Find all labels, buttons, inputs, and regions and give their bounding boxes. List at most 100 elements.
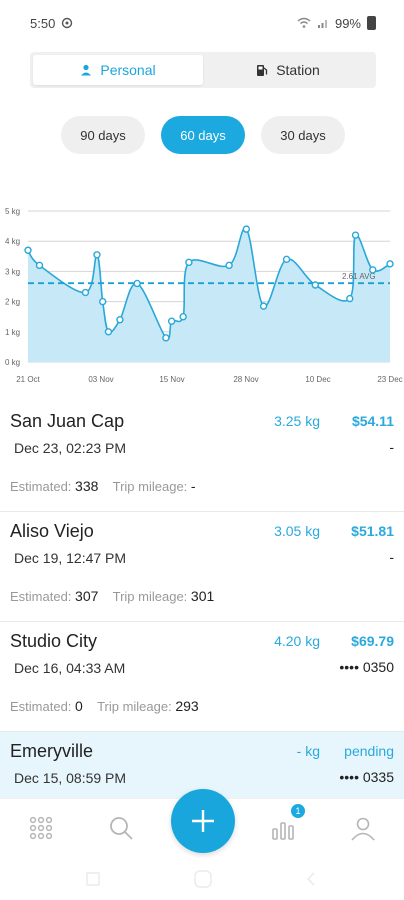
y-tick-label: 0 kg [5,358,20,367]
trip-meta: Estimated: 307 Trip mileage: 301 [10,588,214,604]
fuel-pump-icon [257,64,268,76]
status-bar: 5:50 99% [0,0,404,46]
data-point [35,261,44,270]
data-point [24,246,32,254]
estimated-label: Estimated: [10,479,72,494]
profile-icon [351,817,375,841]
trip-item[interactable]: Aliso Viejo Dec 19, 12:47 PM 3.05 kg $51… [0,512,404,622]
trip-meta: Estimated: 0 Trip mileage: 293 [10,698,199,714]
trip-kg: - kg [296,743,320,759]
grid-icon [29,816,53,840]
nav-stats[interactable]: 1 [268,803,306,843]
data-point [242,225,251,233]
y-tick-label: 1 kg [5,328,20,337]
estimated-value: 0 [75,698,83,714]
usage-area [28,228,390,362]
trip-item[interactable]: San Juan Cap Dec 23, 02:23 PM 3.25 kg $5… [0,402,404,512]
trip-kg: 4.20 kg [274,633,320,649]
clock: 5:50 [30,15,56,31]
nav-home[interactable] [26,813,56,843]
x-tick-label: 10 Dec [305,375,330,384]
stats-icon [272,822,294,840]
data-point [104,328,113,336]
trip-meta: Estimated: 338 Trip mileage: - [10,478,196,494]
trip-price: $54.11 [351,413,394,429]
trip-kg: 3.05 kg [274,523,320,539]
data-point [259,302,268,310]
add-button[interactable] [171,789,235,853]
trip-price: $69.79 [351,633,394,649]
y-tick-label: 3 kg [5,267,20,276]
person-icon [81,64,92,76]
system-nav [0,858,404,900]
nav-search[interactable] [106,813,136,843]
data-point [386,260,394,268]
add-icon [192,810,214,832]
tab-personal-label: Personal [100,62,156,78]
battery-icon [367,16,376,30]
range-60-days[interactable]: 60 days [161,116,245,154]
wifi-icon [297,17,311,28]
signal-icon [317,20,327,28]
mileage-value: - [190,478,196,494]
x-tick-label: 03 Nov [88,375,113,384]
trip-kg: 3.25 kg [274,413,320,429]
trip-card: - [389,549,394,565]
x-tick-label: 21 Oct [16,375,40,384]
tab-station[interactable]: Station [203,55,373,85]
mileage-label: Trip mileage: [97,699,172,714]
range-30-days[interactable]: 30 days [261,116,345,154]
trip-card: - [389,439,394,455]
trip-date: Dec 19, 12:47 PM [14,550,127,566]
y-tick-label: 4 kg [5,237,20,246]
trip-price: $51.81 [351,523,394,539]
trip-date: Dec 15, 08:59 PM [14,770,127,786]
trip-station: San Juan Cap [10,411,125,431]
range-90-days[interactable]: 90 days [61,116,145,154]
data-point [185,258,193,267]
usage-chart: 2.61 AVG 5 kg 4 kg 3 kg 2 kg 1 kg 0 kg 21 Oct… [5,207,403,384]
trip-date: Dec 23, 02:23 PM [14,440,127,456]
data-point [311,281,320,289]
mileage-label: Trip mileage: [112,479,188,494]
x-tick-label: 23 Dec [377,375,402,384]
mileage-value: 293 [175,698,199,714]
search-icon [110,817,133,840]
average-label: 2.61 AVG [342,272,376,281]
mileage-value: 301 [190,588,215,604]
y-tick-label: 2 kg [5,298,20,307]
data-point [351,231,360,239]
trip-list: San Juan Cap Dec 23, 02:23 PM 3.25 kg $5… [0,402,404,842]
estimated-label: Estimated: [10,699,72,714]
x-tick-label: 28 Nov [233,375,258,384]
trip-item[interactable]: Studio City Dec 16, 04:33 AM 4.20 kg $69… [0,622,404,732]
data-point [225,261,233,270]
y-tick-label: 5 kg [5,207,20,216]
trip-station: Aliso Viejo [10,521,94,541]
mode-switch: Personal Station [30,52,376,88]
trip-status: pending [344,743,394,759]
notification-badge: 1 [290,803,306,819]
estimated-label: Estimated: [10,589,72,604]
settings-status-icon [62,17,73,29]
mileage-label: Trip mileage: [112,589,188,604]
data-point [179,312,187,321]
data-point [98,297,107,306]
recent-apps-icon[interactable] [86,872,100,886]
trip-card: •••• 0350 [339,659,394,675]
tab-personal[interactable]: Personal [33,55,203,85]
nav-profile[interactable] [348,813,378,843]
home-icon[interactable] [194,870,212,888]
tab-station-label: Station [276,62,320,78]
range-selector: 90 days 60 days 30 days [0,116,404,156]
data-point [81,288,90,297]
data-point [162,334,170,342]
data-point [116,316,124,324]
trip-card: •••• 0335 [339,769,394,785]
data-point [346,294,354,303]
data-point [282,255,291,264]
data-point [93,251,101,259]
back-icon[interactable] [306,872,316,886]
trip-station: Emeryville [10,741,94,761]
battery-percent: 99% [334,15,361,31]
